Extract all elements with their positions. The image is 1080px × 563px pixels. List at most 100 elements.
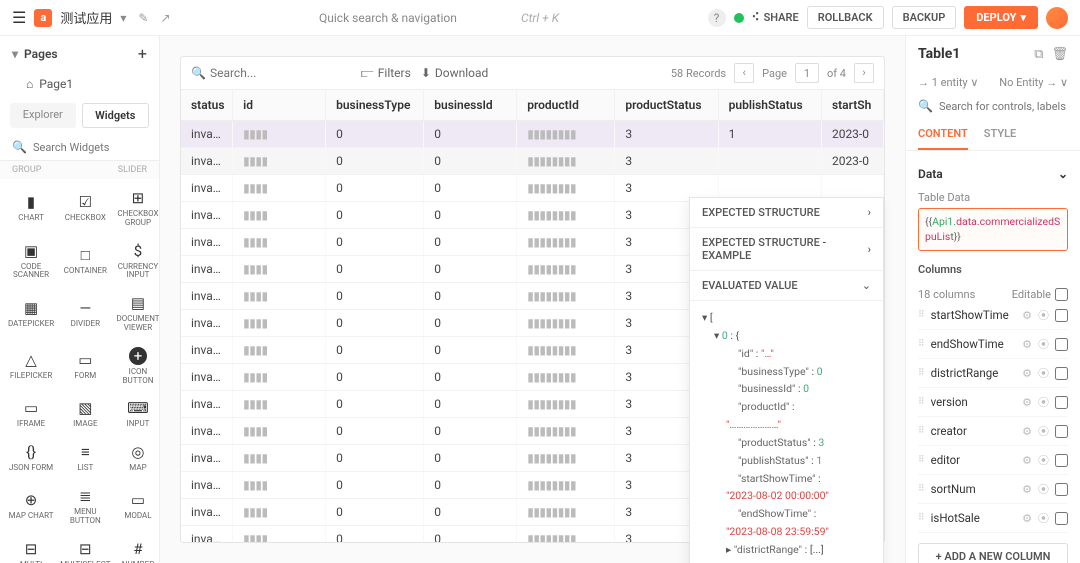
widget-multi[interactable]: ⊟MULTI bbox=[6, 534, 56, 563]
column-editable-checkbox[interactable] bbox=[1055, 425, 1068, 438]
widget-chart[interactable]: ▮CHART bbox=[6, 183, 56, 234]
drag-icon[interactable]: ⠿ bbox=[918, 368, 925, 378]
widget-modal[interactable]: ▭MODAL bbox=[115, 481, 159, 532]
column-item[interactable]: ⠿creator⚙⦿ bbox=[918, 417, 1068, 446]
tab-style[interactable]: STYLE bbox=[984, 119, 1016, 150]
settings-icon[interactable]: ⚙ bbox=[1022, 338, 1032, 351]
column-item[interactable]: ⠿version⚙⦿ bbox=[918, 388, 1068, 417]
tab-content[interactable]: CONTENT bbox=[918, 119, 968, 150]
column-item[interactable]: ⠿endShowTime⚙⦿ bbox=[918, 330, 1068, 359]
widget-container[interactable]: □CONTAINER bbox=[58, 236, 112, 287]
column-header[interactable]: businessType bbox=[326, 90, 424, 121]
visibility-icon[interactable]: ⦿ bbox=[1038, 481, 1049, 497]
settings-icon[interactable]: ⚙ bbox=[1022, 425, 1032, 438]
widget-list[interactable]: ≡LIST bbox=[58, 437, 112, 479]
widget-form[interactable]: ▭FORM bbox=[58, 341, 112, 392]
column-header[interactable]: status bbox=[181, 90, 233, 121]
table-row[interactable]: invalid▮▮▮▮00▮▮▮▮▮▮▮▮312023-0 bbox=[181, 121, 884, 148]
table-data-code[interactable]: {{Api1.data.commercializedSpuList}} bbox=[918, 208, 1068, 251]
column-header[interactable]: startSh bbox=[821, 90, 883, 121]
chevron-down-icon[interactable]: ▾ bbox=[120, 11, 126, 25]
visibility-icon[interactable]: ⦿ bbox=[1038, 365, 1049, 381]
column-editable-checkbox[interactable] bbox=[1055, 338, 1068, 351]
widget-map-chart[interactable]: ⊕MAP CHART bbox=[6, 481, 56, 532]
drag-icon[interactable]: ⠿ bbox=[918, 513, 925, 523]
settings-icon[interactable]: ⚙ bbox=[1022, 512, 1032, 525]
widget-icon-button[interactable]: +ICON BUTTON bbox=[115, 341, 159, 392]
column-header[interactable]: publishStatus bbox=[718, 90, 821, 121]
drag-icon[interactable]: ⠿ bbox=[918, 455, 925, 465]
settings-icon[interactable]: ⚙ bbox=[1022, 454, 1032, 467]
delete-icon[interactable]: 🗑 bbox=[1051, 47, 1068, 62]
edit-icon[interactable]: ✎ bbox=[138, 11, 148, 25]
column-item[interactable]: ⠿sortNum⚙⦿ bbox=[918, 475, 1068, 504]
table-widget[interactable]: 🔍 ⫍ Filters ⬇ Download 58 Records ‹ Page… bbox=[180, 56, 885, 543]
expected-structure-example-section[interactable]: EXPECTED STRUCTURE - EXAMPLE› bbox=[690, 228, 883, 271]
column-header[interactable]: id bbox=[233, 90, 326, 121]
search-widgets-input[interactable] bbox=[33, 141, 147, 154]
next-page-button[interactable]: › bbox=[854, 63, 874, 83]
column-editable-checkbox[interactable] bbox=[1055, 512, 1068, 525]
download-button[interactable]: ⬇ Download bbox=[421, 66, 488, 80]
drag-icon[interactable]: ⠿ bbox=[918, 339, 925, 349]
widget-json-form[interactable]: {}JSON FORM bbox=[6, 437, 56, 479]
column-item[interactable]: ⠿editor⚙⦿ bbox=[918, 446, 1068, 475]
column-header[interactable]: businessId bbox=[424, 90, 517, 121]
widget-multiselect[interactable]: ⊟MULTISELECT bbox=[58, 534, 112, 563]
widget-document-viewer[interactable]: ▤DOCUMENT VIEWER bbox=[115, 288, 159, 339]
widget-checkbox-group[interactable]: ⊞CHECKBOX GROUP bbox=[115, 183, 159, 234]
settings-icon[interactable]: ⚙ bbox=[1022, 396, 1032, 409]
avatar[interactable] bbox=[1046, 7, 1068, 29]
tab-explorer[interactable]: Explorer bbox=[10, 103, 76, 128]
evaluated-value-section[interactable]: EVALUATED VALUE⌄ bbox=[690, 271, 883, 301]
visibility-icon[interactable]: ⦿ bbox=[1038, 452, 1049, 468]
share-arrow-icon[interactable]: ↗ bbox=[160, 11, 170, 25]
widget-datepicker[interactable]: ▦DATEPICKER bbox=[6, 288, 56, 339]
widget-currency-input[interactable]: $CURRENCY INPUT bbox=[115, 236, 159, 287]
page-number-input[interactable]: 1 bbox=[795, 63, 819, 83]
widget-map[interactable]: ◎MAP bbox=[115, 437, 159, 479]
rollback-button[interactable]: ROLLBACK bbox=[807, 6, 884, 29]
column-editable-checkbox[interactable] bbox=[1055, 309, 1068, 322]
column-editable-checkbox[interactable] bbox=[1055, 454, 1068, 467]
column-header[interactable]: productId bbox=[517, 90, 615, 121]
widget-code-scanner[interactable]: ▣CODE SCANNER bbox=[6, 236, 56, 287]
widget-number[interactable]: #NUMBER bbox=[115, 534, 159, 563]
widget-checkbox[interactable]: ☑CHECKBOX bbox=[58, 183, 112, 234]
page-item[interactable]: ⌂ Page1 bbox=[0, 71, 159, 97]
tab-widgets[interactable]: Widgets bbox=[82, 103, 150, 128]
share-button[interactable]: ⠪ SHARE bbox=[752, 11, 799, 24]
filters-button[interactable]: ⫍ Filters bbox=[361, 66, 411, 81]
visibility-icon[interactable]: ⦿ bbox=[1038, 423, 1049, 439]
column-editable-checkbox[interactable] bbox=[1055, 367, 1068, 380]
visibility-icon[interactable]: ⦿ bbox=[1038, 394, 1049, 410]
drag-icon[interactable]: ⠿ bbox=[918, 310, 925, 320]
column-item[interactable]: ⠿isHotSale⚙⦿ bbox=[918, 504, 1068, 533]
deploy-button[interactable]: DEPLOY▾ bbox=[964, 6, 1038, 29]
drag-icon[interactable]: ⠿ bbox=[918, 426, 925, 436]
column-header[interactable]: productStatus bbox=[615, 90, 718, 121]
expected-structure-section[interactable]: EXPECTED STRUCTURE› bbox=[690, 198, 883, 228]
pages-header[interactable]: ▾ Pages + bbox=[0, 36, 159, 71]
entity-in[interactable]: → 1 entity ∨ bbox=[918, 76, 978, 89]
visibility-icon[interactable]: ⦿ bbox=[1038, 510, 1049, 526]
drag-icon[interactable]: ⠿ bbox=[918, 397, 925, 407]
table-row[interactable]: invalid▮▮▮▮00▮▮▮▮▮▮▮▮32023-0 bbox=[181, 148, 884, 175]
widget-divider[interactable]: —DIVIDER bbox=[58, 288, 112, 339]
quick-search[interactable]: Quick search & navigation Ctrl + K bbox=[299, 11, 579, 25]
settings-icon[interactable]: ⚙ bbox=[1022, 309, 1032, 322]
settings-icon[interactable]: ⚙ bbox=[1022, 483, 1032, 496]
visibility-icon[interactable]: ⦿ bbox=[1038, 307, 1049, 323]
settings-icon[interactable]: ⚙ bbox=[1022, 367, 1032, 380]
column-editable-checkbox[interactable] bbox=[1055, 483, 1068, 496]
backup-button[interactable]: BACKUP bbox=[892, 6, 957, 29]
widget-image[interactable]: ▧IMAGE bbox=[58, 393, 112, 435]
widget-menu-button[interactable]: ≣MENU BUTTON bbox=[58, 481, 112, 532]
entity-out[interactable]: No Entity → ∨ bbox=[999, 76, 1068, 89]
help-icon[interactable]: ? bbox=[708, 9, 726, 27]
copy-icon[interactable]: ⧉ bbox=[1034, 47, 1043, 62]
add-page-button[interactable]: + bbox=[138, 44, 147, 63]
visibility-icon[interactable]: ⦿ bbox=[1038, 336, 1049, 352]
add-column-button[interactable]: + ADD A NEW COLUMN bbox=[918, 543, 1068, 563]
prev-page-button[interactable]: ‹ bbox=[734, 63, 754, 83]
